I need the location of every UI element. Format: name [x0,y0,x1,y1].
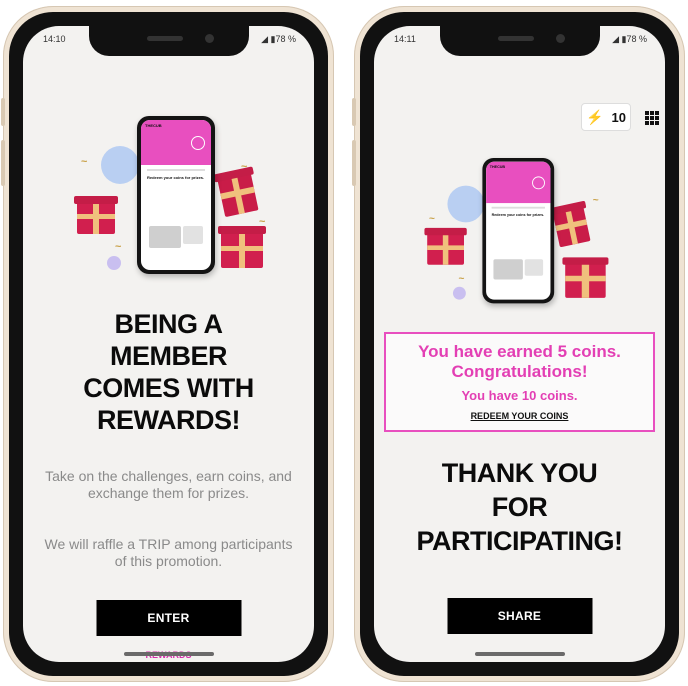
confetti-icon: ~ [592,194,599,206]
mini-phone-screen: THECUB Redeem your coins for prizes. [486,161,551,300]
home-indicator [474,652,565,656]
page-title: BEING A MEMBER COMES WITH REWARDS! [23,308,314,436]
volume-button [352,98,356,126]
decor-bubble [452,286,466,300]
volume-button [352,140,356,186]
camera [555,34,565,43]
mini-phone-screen: THECUB Redeem your coins for prizes. [141,120,211,270]
gift-box-icon [218,226,266,268]
confetti-icon: ~ [81,156,88,168]
headline-line: COMES WITH [83,373,254,403]
status-battery: ◢ ▮78 % [612,34,647,44]
share-button[interactable]: SHARE [447,598,592,634]
headline-line: MEMBER [110,341,228,371]
mini-phone-mockup: THECUB Redeem your coins for prizes. [137,116,215,274]
rewards-illustration: ~ ~ ~ THECUB Redeem your coins for prize… [418,158,611,310]
gift-box-icon [548,200,591,248]
lightning-icon: ⚡ [586,108,604,125]
page-title: THANK YOU FOR PARTICIPATING! [374,456,665,558]
status-time: 14:10 [43,34,66,44]
phone-frame-left: 14:10 ◢ ▮78 % ~ ~ ~ ~ THECUB [1,6,334,682]
volume-button [1,98,5,126]
volume-button [1,140,5,186]
phone-bezel: 14:10 ◢ ▮78 % ~ ~ ~ ~ THECUB [9,12,328,676]
speaker [146,36,183,41]
mini-title: Redeem your coins for prizes. [147,175,205,180]
coin-total-text: You have 10 coins. [461,388,578,403]
notch [88,26,249,56]
headline-line: PARTICIPATING! [416,526,623,556]
screen-left: 14:10 ◢ ▮78 % ~ ~ ~ ~ THECUB [23,26,314,662]
gift-box-icon [562,257,609,298]
decor-bubble [447,185,485,223]
confetti-icon: ~ [115,241,122,253]
status-battery: ◢ ▮78 % [261,34,296,44]
mini-badge [191,136,205,150]
coin-count: 10 [611,109,626,125]
earned-message: You have earned 5 coins. Congratulations… [386,342,653,382]
headline-line: FOR [491,492,548,522]
description-text: Take on the challenges, earn coins, and … [45,468,292,501]
notch [439,26,600,56]
enter-button[interactable]: ENTER [96,600,241,636]
headline-line: THANK YOU [441,458,598,488]
raffle-text: We will raffle a TRIP among participants… [44,536,293,569]
camera [204,34,214,43]
decor-bubble [107,256,121,270]
mini-product-image [183,226,203,244]
earned-line: You have earned 5 coins. [418,342,621,361]
mini-product-image [493,259,523,280]
mini-title: Redeem your coins for prizes. [491,212,545,217]
coins-earned-panel: You have earned 5 coins. Congratulations… [384,332,655,432]
mini-phone-mockup: THECUB Redeem your coins for prizes. [482,158,555,304]
mini-product-image [149,226,181,248]
gift-box-icon [424,227,467,265]
mini-brand: THECUB [489,164,506,170]
gift-box-icon [213,166,259,218]
congrats-line: Congratulations! [451,362,588,381]
redeem-coins-link[interactable]: REDEEM YOUR COINS [386,411,653,421]
speaker [497,36,534,41]
mini-product-image [524,259,544,276]
home-indicator [123,652,214,656]
headline-line: REWARDS! [97,405,241,435]
grid-menu-icon[interactable] [645,111,659,125]
phone-frame-right: 14:11 ◢ ▮78 % ⚡ 10 ~ ~ ~ THECUB Redeem y… [352,6,685,682]
status-time: 14:11 [394,34,416,44]
gift-box-icon [74,196,118,234]
mini-brand: THECUB [145,123,162,128]
mini-badge [532,176,545,190]
headline-line: BEING A [114,309,223,339]
confetti-icon: ~ [429,213,435,225]
screen-right: 14:11 ◢ ▮78 % ⚡ 10 ~ ~ ~ THECUB Redeem y… [374,26,665,662]
confetti-icon: ~ [458,273,465,285]
rewards-illustration: ~ ~ ~ ~ THECUB Redeem your coins for pri… [71,116,281,281]
phone-bezel: 14:11 ◢ ▮78 % ⚡ 10 ~ ~ ~ THECUB Redeem y… [360,12,679,676]
coin-balance-button[interactable]: ⚡ 10 [581,103,631,131]
decor-bubble [101,146,139,184]
